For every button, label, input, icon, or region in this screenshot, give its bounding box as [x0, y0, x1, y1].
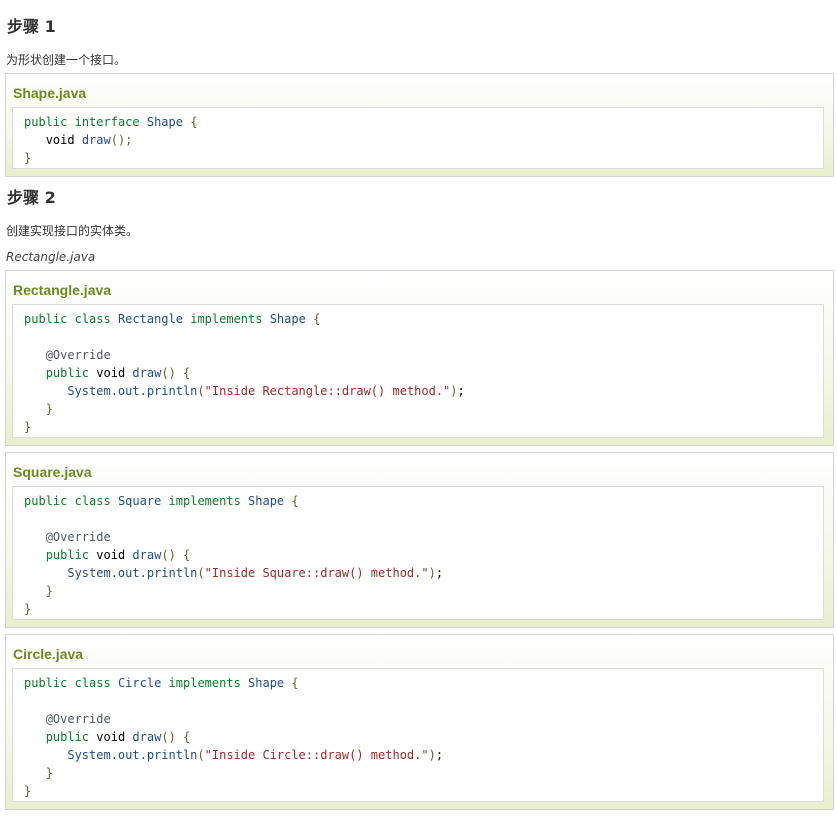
code-line: }: [24, 784, 32, 798]
code-line: public class Circle implements Shape {: [24, 676, 299, 690]
code-line: }: [24, 420, 32, 434]
code-line: public void draw() {: [45, 548, 191, 562]
code-line: @Override: [45, 712, 111, 726]
code-line: public void draw() {: [45, 366, 191, 380]
code-line: @Override: [45, 530, 111, 544]
example-square: Square.java public class Square implemen…: [5, 452, 834, 628]
code-block: public class Rectangle implements Shape …: [12, 304, 824, 438]
step-1-description: 为形状创建一个接口。: [6, 53, 127, 67]
code-line: System.out.println("Inside Square::draw(…: [67, 566, 444, 580]
example-title: Square.java: [13, 464, 92, 480]
code-block: public class Square implements Shape { @…: [12, 486, 824, 620]
code-line: void draw();: [45, 133, 133, 147]
code-line: }: [24, 151, 32, 165]
code-line: }: [45, 766, 53, 780]
example-circle: Circle.java public class Circle implemen…: [5, 634, 834, 810]
code-line: @Override: [45, 348, 111, 362]
step-2-heading: 步骤 2: [7, 188, 56, 207]
code-line: }: [45, 584, 53, 598]
code-line: System.out.println("Inside Rectangle::dr…: [67, 384, 465, 398]
example-title: Shape.java: [13, 85, 87, 101]
code-line: public void draw() {: [45, 730, 191, 744]
code-line: }: [24, 602, 32, 616]
example-title: Rectangle.java: [13, 282, 112, 298]
code-line: System.out.println("Inside Circle::draw(…: [67, 748, 444, 762]
code-line: public class Square implements Shape {: [24, 494, 299, 508]
code-block: public class Circle implements Shape { @…: [12, 668, 824, 802]
code-line: }: [45, 402, 53, 416]
example-rectangle: Rectangle.java public class Rectangle im…: [5, 270, 834, 446]
step-2-filename: Rectangle.java: [6, 250, 96, 264]
code-line: public interface Shape {: [24, 115, 198, 129]
example-title: Circle.java: [13, 646, 84, 662]
code-line: public class Rectangle implements Shape …: [24, 312, 321, 326]
code-block: public interface Shape { void draw(); }: [12, 107, 824, 169]
example-shape: Shape.java public interface Shape { void…: [5, 73, 834, 177]
page: 步骤 1 为形状创建一个接口。 Shape.java public interf…: [0, 0, 837, 819]
step-2-description: 创建实现接口的实体类。: [6, 224, 139, 238]
step-1-heading: 步骤 1: [7, 17, 56, 36]
